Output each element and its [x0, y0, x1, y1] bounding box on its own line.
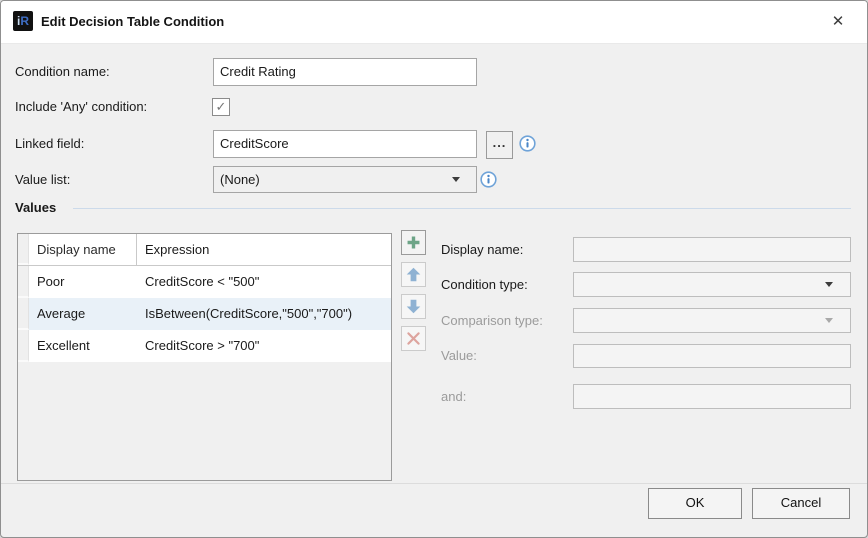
- linked-field-info-icon[interactable]: [519, 135, 536, 152]
- editor-comparison-type-dropdown[interactable]: [573, 308, 851, 333]
- table-row[interactable]: Poor CreditScore < "500": [18, 266, 391, 298]
- value-list-info-icon[interactable]: [480, 171, 497, 188]
- add-value-button[interactable]: [401, 230, 426, 255]
- column-header-expression: Expression: [137, 234, 391, 265]
- cell-display-name: Excellent: [29, 330, 137, 362]
- move-up-button[interactable]: [401, 262, 426, 287]
- editor-and-input[interactable]: [573, 384, 851, 409]
- move-down-button[interactable]: [401, 294, 426, 319]
- title-bar: iR Edit Decision Table Condition ✕: [1, 1, 867, 44]
- ok-button[interactable]: OK: [648, 488, 742, 519]
- condition-name-input[interactable]: Credit Rating: [213, 58, 477, 86]
- dialog-title: Edit Decision Table Condition: [41, 1, 224, 43]
- linked-field-input[interactable]: CreditScore: [213, 130, 477, 158]
- editor-value-label: Value:: [441, 344, 477, 368]
- editor-condition-type-dropdown[interactable]: [573, 272, 851, 297]
- chevron-down-icon: [825, 282, 833, 287]
- browse-button[interactable]: ...: [486, 131, 513, 159]
- values-table-header: Display name Expression: [18, 234, 391, 266]
- table-row[interactable]: Average IsBetween(CreditScore,"500","700…: [18, 298, 391, 330]
- cell-expression: IsBetween(CreditScore,"500","700"): [137, 298, 391, 330]
- edit-decision-table-condition-dialog: iR Edit Decision Table Condition ✕ Condi…: [0, 0, 868, 538]
- condition-name-label: Condition name:: [15, 58, 110, 86]
- arrow-up-icon: [405, 266, 422, 283]
- row-header-corner: [18, 234, 29, 265]
- editor-comparison-type-label: Comparison type:: [441, 308, 543, 333]
- editor-value-input[interactable]: [573, 344, 851, 368]
- chevron-down-icon: [825, 318, 833, 323]
- arrow-down-icon: [405, 298, 422, 315]
- plus-icon: [405, 234, 422, 251]
- linked-field-label: Linked field:: [15, 130, 84, 158]
- table-row[interactable]: Excellent CreditScore > "700": [18, 330, 391, 362]
- values-table: Display name Expression Poor CreditScore…: [17, 233, 392, 481]
- editor-display-name-label: Display name:: [441, 237, 523, 262]
- cell-display-name: Poor: [29, 266, 137, 298]
- row-selector[interactable]: [18, 298, 29, 330]
- values-section-rule: [73, 208, 851, 209]
- value-list-label: Value list:: [15, 166, 70, 193]
- close-icon[interactable]: ✕: [825, 9, 851, 35]
- row-selector[interactable]: [18, 330, 29, 362]
- include-any-label: Include 'Any' condition:: [15, 98, 147, 116]
- cell-expression: CreditScore > "700": [137, 330, 391, 362]
- value-list-dropdown[interactable]: (None): [213, 166, 477, 193]
- delete-value-button[interactable]: [401, 326, 426, 351]
- app-logo-icon: iR: [13, 11, 33, 31]
- cell-display-name: Average: [29, 298, 137, 330]
- footer-separator: [1, 483, 867, 484]
- editor-condition-type-label: Condition type:: [441, 272, 528, 297]
- x-icon: [405, 330, 422, 347]
- row-selector[interactable]: [18, 266, 29, 298]
- cell-expression: CreditScore < "500": [137, 266, 391, 298]
- editor-and-label: and:: [441, 384, 466, 409]
- cancel-button[interactable]: Cancel: [752, 488, 850, 519]
- include-any-checkbox[interactable]: ✓: [212, 98, 230, 116]
- check-icon: ✓: [216, 99, 227, 114]
- editor-display-name-input[interactable]: [573, 237, 851, 262]
- chevron-down-icon: [452, 177, 460, 182]
- column-header-display-name: Display name: [29, 234, 137, 265]
- values-section-title: Values: [15, 200, 56, 215]
